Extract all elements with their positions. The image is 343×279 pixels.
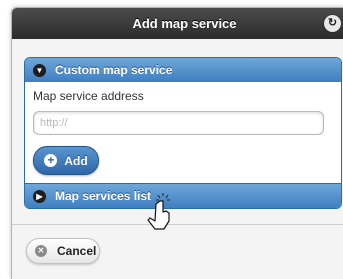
map-services-list-heading[interactable]: ▶ Map services list bbox=[25, 183, 341, 208]
collapsible-set: ▼ Custom map service Map service address… bbox=[24, 57, 342, 209]
dialog-content: ▼ Custom map service Map service address… bbox=[24, 57, 342, 209]
cancel-button[interactable]: ✕ Cancel bbox=[26, 238, 100, 264]
chevron-right-icon: ▶ bbox=[33, 189, 46, 203]
add-button[interactable]: + Add bbox=[33, 146, 99, 175]
map-service-address-input[interactable] bbox=[33, 111, 324, 135]
footer-divider bbox=[12, 224, 343, 225]
custom-map-service-body: Map service address + Add bbox=[25, 82, 341, 183]
hand-pointer-icon bbox=[147, 193, 170, 230]
dialog-title: Add map service bbox=[132, 16, 237, 31]
chevron-down-icon: ▼ bbox=[33, 63, 46, 77]
custom-map-service-heading[interactable]: ▼ Custom map service bbox=[25, 58, 341, 82]
plus-icon: + bbox=[44, 154, 58, 167]
add-button-label: Add bbox=[64, 153, 88, 168]
custom-map-service-heading-label: Custom map service bbox=[55, 63, 173, 77]
refresh-icon[interactable]: ↻ bbox=[324, 15, 341, 32]
map-service-address-label: Map service address bbox=[33, 89, 144, 103]
add-map-service-dialog: Add map service ↻ ▼ Custom map service M… bbox=[11, 7, 343, 279]
cancel-button-label: Cancel bbox=[57, 244, 97, 258]
close-icon: ✕ bbox=[35, 245, 47, 257]
dialog-header: Add map service ↻ bbox=[12, 8, 343, 39]
map-services-list-heading-label: Map services list bbox=[55, 189, 152, 203]
